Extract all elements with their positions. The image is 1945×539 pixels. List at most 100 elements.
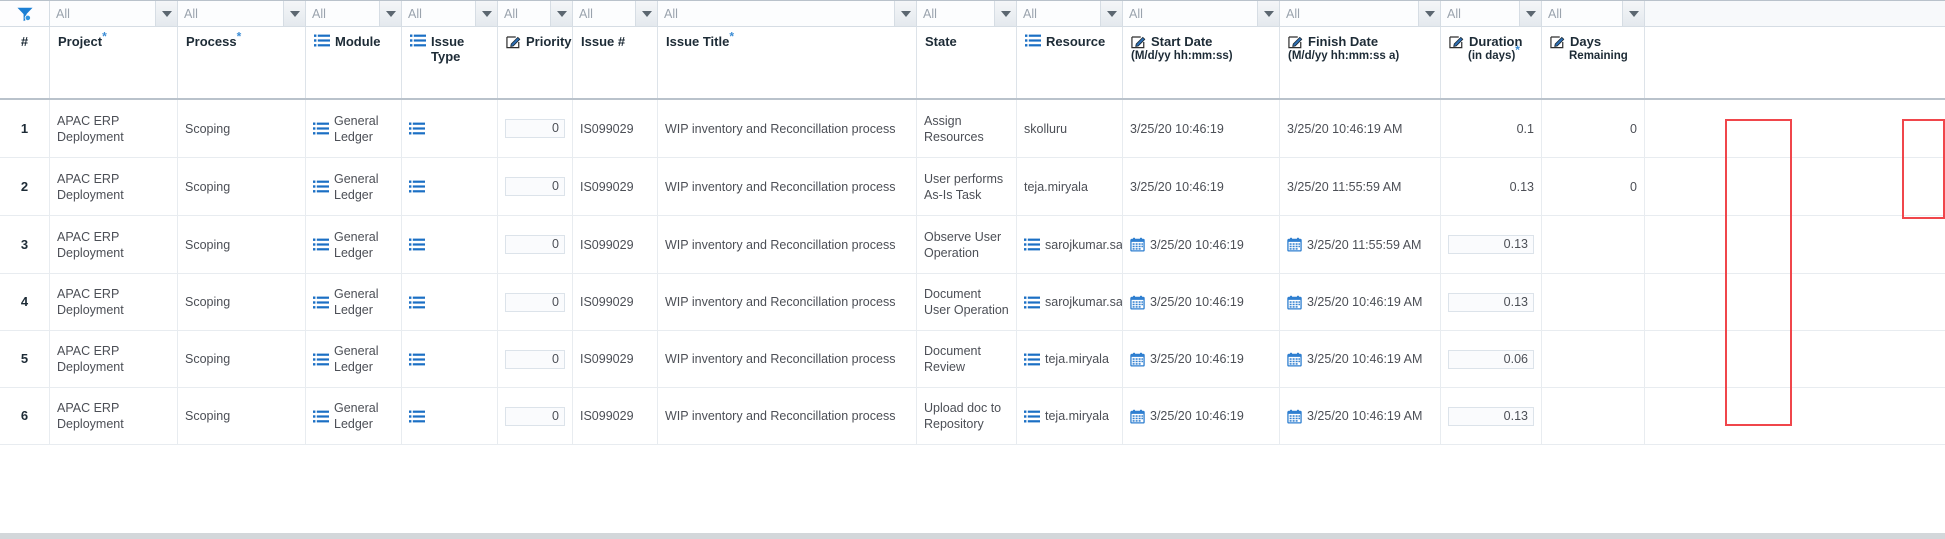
column-header-issue-number[interactable]: Issue # xyxy=(573,27,658,98)
cell-issue-title[interactable]: WIP inventory and Reconcillation process xyxy=(658,274,917,330)
calendar-icon[interactable] xyxy=(1287,237,1302,252)
cell-issue-number[interactable]: IS099029 xyxy=(573,216,658,273)
calendar-icon[interactable] xyxy=(1287,352,1302,367)
priority-input[interactable]: 0 xyxy=(505,406,565,426)
cell-row-number[interactable]: 3 xyxy=(0,216,50,273)
cell-issue-type[interactable] xyxy=(402,274,498,330)
filter-process-value[interactable]: All xyxy=(178,1,283,26)
filter-start-date[interactable]: All xyxy=(1123,1,1280,26)
cell-process[interactable]: Scoping xyxy=(178,158,306,215)
calendar-icon[interactable] xyxy=(1130,409,1145,424)
filter-resource[interactable]: All xyxy=(1017,1,1123,26)
cell-duration[interactable]: 0.1 xyxy=(1441,100,1542,157)
cell-state[interactable]: Upload doc to Repository xyxy=(917,388,1017,444)
cell-state[interactable]: Document Review xyxy=(917,331,1017,387)
filter-duration-dropdown[interactable] xyxy=(1519,1,1541,26)
filter-issue-number-dropdown[interactable] xyxy=(635,1,657,26)
priority-input[interactable]: 0 xyxy=(505,177,565,196)
filter-state[interactable]: All xyxy=(917,1,1017,26)
column-header-start-date[interactable]: Start Date (M/d/yy hh:mm:ss) xyxy=(1123,27,1280,98)
filter-resource-value[interactable]: All xyxy=(1017,1,1100,26)
filter-priority[interactable]: All xyxy=(498,1,573,26)
column-header-finish-date[interactable]: Finish Date (M/d/yy hh:mm:ss a) xyxy=(1280,27,1441,98)
cell-row-number[interactable]: 6 xyxy=(0,388,50,444)
cell-resource[interactable]: teja.miryala xyxy=(1017,158,1123,215)
filter-state-dropdown[interactable] xyxy=(994,1,1016,26)
cell-resource[interactable]: teja.miryala xyxy=(1017,388,1123,444)
cell-priority[interactable]: 0 xyxy=(498,331,573,387)
filter-start-date-dropdown[interactable] xyxy=(1257,1,1279,26)
cell-start-date[interactable]: 3/25/20 10:46:19 xyxy=(1123,100,1280,157)
cell-days-remaining[interactable] xyxy=(1542,274,1645,330)
cell-duration[interactable]: 0.06 xyxy=(1441,331,1542,387)
cell-row-number[interactable]: 4 xyxy=(0,274,50,330)
cell-row-number[interactable]: 2 xyxy=(0,158,50,215)
filter-finish-date[interactable]: All xyxy=(1280,1,1441,26)
filter-module-dropdown[interactable] xyxy=(379,1,401,26)
duration-input[interactable]: 0.06 xyxy=(1448,349,1534,369)
cell-duration[interactable]: 0.13 xyxy=(1441,388,1542,444)
column-header-resource[interactable]: Resource xyxy=(1017,27,1123,98)
cell-days-remaining[interactable]: 0 xyxy=(1542,100,1645,157)
cell-priority[interactable]: 0 xyxy=(498,100,573,157)
cell-priority[interactable]: 0 xyxy=(498,216,573,273)
cell-issue-number[interactable]: IS099029 xyxy=(573,331,658,387)
cell-resource[interactable]: teja.miryala xyxy=(1017,331,1123,387)
cell-days-remaining[interactable]: 0 xyxy=(1542,158,1645,215)
cell-finish-date[interactable]: 3/25/20 11:55:59 AM xyxy=(1280,216,1441,273)
filter-start-date-value[interactable]: All xyxy=(1123,1,1257,26)
filter-issue-type-value[interactable]: All xyxy=(402,1,475,26)
filter-days-remaining-dropdown[interactable] xyxy=(1622,1,1644,26)
cell-issue-number[interactable]: IS099029 xyxy=(573,100,658,157)
calendar-icon[interactable] xyxy=(1287,295,1302,310)
cell-finish-date[interactable]: 3/25/20 11:55:59 AM xyxy=(1280,158,1441,215)
cell-project[interactable]: APAC ERP Deployment xyxy=(50,274,178,330)
cell-start-date[interactable]: 3/25/20 10:46:19 xyxy=(1123,216,1280,273)
cell-start-date[interactable]: 3/25/20 10:46:19 xyxy=(1123,274,1280,330)
cell-issue-type[interactable] xyxy=(402,331,498,387)
cell-priority[interactable]: 0 xyxy=(498,274,573,330)
table-row[interactable]: 6 APAC ERP Deployment Scoping General Ledge… xyxy=(0,388,1945,445)
column-header-module[interactable]: Module xyxy=(306,27,402,98)
filter-issue-type[interactable]: All xyxy=(402,1,498,26)
column-header-days-remaining[interactable]: Days Remaining xyxy=(1542,27,1645,98)
cell-module[interactable]: General Ledger xyxy=(306,274,402,330)
column-header-process[interactable]: Process* xyxy=(178,27,306,98)
column-header-issue-type[interactable]: Issue Type xyxy=(402,27,498,98)
filter-days-remaining[interactable]: All xyxy=(1542,1,1645,26)
priority-input[interactable]: 0 xyxy=(505,349,565,369)
cell-start-date[interactable]: 3/25/20 10:46:19 xyxy=(1123,331,1280,387)
cell-resource[interactable]: sarojkumar.sahu xyxy=(1017,216,1123,273)
filter-project-value[interactable]: All xyxy=(50,1,155,26)
cell-days-remaining[interactable] xyxy=(1542,331,1645,387)
cell-issue-title[interactable]: WIP inventory and Reconcillation process xyxy=(658,388,917,444)
filter-days-remaining-value[interactable]: All xyxy=(1542,1,1622,26)
table-row[interactable]: 3 APAC ERP Deployment Scoping General Ledge… xyxy=(0,216,1945,274)
cell-process[interactable]: Scoping xyxy=(178,216,306,273)
cell-state[interactable]: Assign Resources xyxy=(917,100,1017,157)
filter-process-dropdown[interactable] xyxy=(283,1,305,26)
cell-row-number[interactable]: 5 xyxy=(0,331,50,387)
cell-issue-type[interactable] xyxy=(402,388,498,444)
cell-process[interactable]: Scoping xyxy=(178,100,306,157)
filter-issue-number-value[interactable]: All xyxy=(573,1,635,26)
cell-finish-date[interactable]: 3/25/20 10:46:19 AM xyxy=(1280,274,1441,330)
cell-days-remaining[interactable] xyxy=(1542,216,1645,273)
filter-priority-dropdown[interactable] xyxy=(550,1,572,26)
cell-finish-date[interactable]: 3/25/20 10:46:19 AM xyxy=(1280,100,1441,157)
table-row[interactable]: 1 APAC ERP Deployment Scoping General Ledge… xyxy=(0,100,1945,158)
cell-project[interactable]: APAC ERP Deployment xyxy=(50,100,178,157)
filter-module[interactable]: All xyxy=(306,1,402,26)
cell-state[interactable]: Document User Operation xyxy=(917,274,1017,330)
cell-module[interactable]: General Ledger xyxy=(306,216,402,273)
cell-module[interactable]: General Ledger xyxy=(306,388,402,444)
cell-duration[interactable]: 0.13 xyxy=(1441,158,1542,215)
column-header-issue-title[interactable]: Issue Title* xyxy=(658,27,917,98)
cell-issue-type[interactable] xyxy=(402,100,498,157)
cell-resource[interactable]: skolluru xyxy=(1017,100,1123,157)
calendar-icon[interactable] xyxy=(1130,295,1145,310)
cell-issue-title[interactable]: WIP inventory and Reconcillation process xyxy=(658,216,917,273)
cell-process[interactable]: Scoping xyxy=(178,274,306,330)
cell-module[interactable]: General Ledger xyxy=(306,100,402,157)
cell-issue-type[interactable] xyxy=(402,216,498,273)
